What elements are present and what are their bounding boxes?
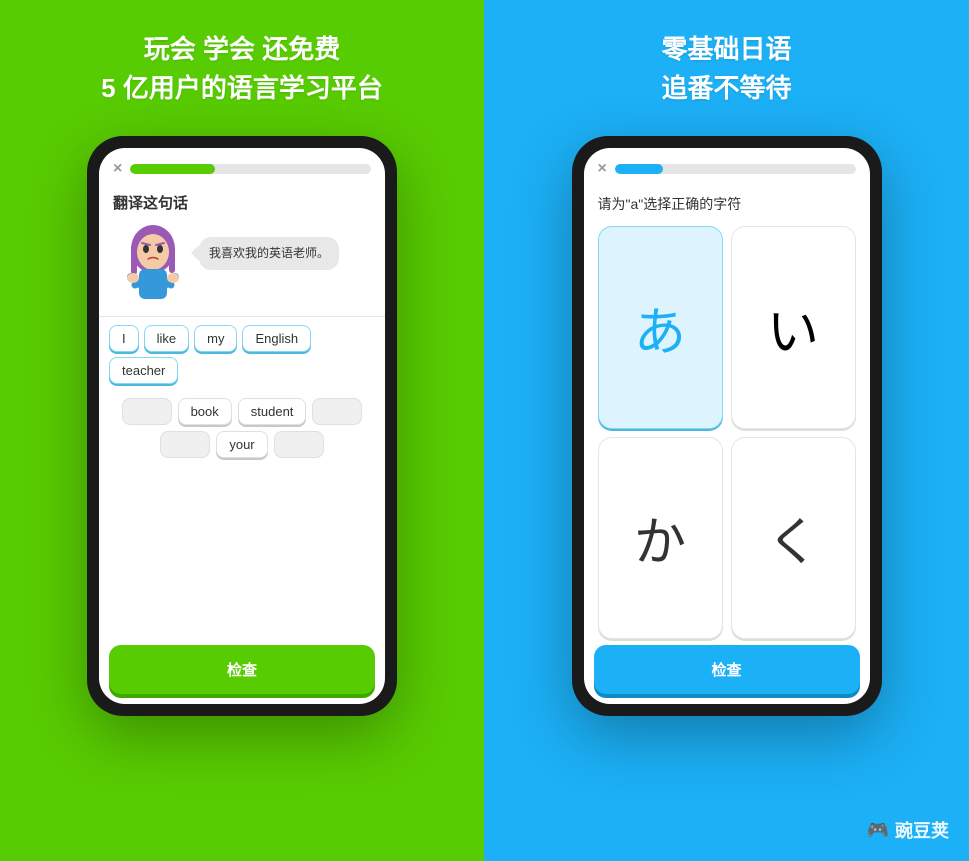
- right-panel-title: 零基础日语 追番不等待: [661, 30, 791, 108]
- kana-card-i[interactable]: い: [731, 226, 856, 429]
- kana-card-a[interactable]: あ: [598, 226, 723, 429]
- progress-bar-right: [615, 164, 856, 174]
- bank-word-book[interactable]: book: [178, 398, 232, 425]
- kana-card-ka[interactable]: か: [598, 437, 723, 640]
- answer-area[interactable]: I like my English teacher: [99, 316, 385, 392]
- watermark: 🎮 豌豆荚: [867, 817, 949, 843]
- bank-empty-3: [160, 431, 210, 458]
- answer-word-i[interactable]: I: [109, 325, 139, 352]
- character-area: 我喜欢我的英语老师。: [99, 213, 385, 316]
- check-button-left[interactable]: 检查: [109, 645, 375, 694]
- answer-word-my[interactable]: my: [194, 325, 237, 352]
- left-title-line1: 玩会 学会 还免费: [144, 34, 340, 64]
- answer-word-teacher[interactable]: teacher: [109, 357, 178, 384]
- right-phone-mockup: × 请为"a"选择正确的字符 あ い か く 检查: [572, 136, 882, 716]
- translate-label: 翻译这句话: [99, 186, 385, 213]
- right-title-line1: 零基础日语: [661, 34, 791, 64]
- word-bank: book student your: [99, 392, 385, 464]
- right-panel: 零基础日语 追番不等待 × 请为"a"选择正确的字符 あ い か く 检查: [484, 0, 969, 861]
- kana-card-ku[interactable]: く: [731, 437, 856, 640]
- bank-empty-4: [274, 431, 324, 458]
- screen-header-right: ×: [584, 148, 870, 186]
- progress-fill-right: [615, 164, 663, 174]
- progress-bar-left: [130, 164, 371, 174]
- bank-word-your[interactable]: your: [216, 431, 267, 458]
- screen-header-left: ×: [99, 148, 385, 186]
- bank-word-student[interactable]: student: [238, 398, 307, 425]
- kana-grid: あ い か く: [584, 220, 870, 645]
- close-icon-left[interactable]: ×: [113, 160, 122, 178]
- close-icon-right[interactable]: ×: [598, 160, 607, 178]
- left-panel: 玩会 学会 还免费 5 亿用户的语言学习平台 × 翻译这句话: [0, 0, 484, 861]
- left-phone-mockup: × 翻译这句话: [87, 136, 397, 716]
- left-title-line2: 5 亿用户的语言学习平台: [101, 73, 383, 103]
- speech-text: 我喜欢我的英语老师。: [209, 246, 329, 260]
- question-label: 请为"a"选择正确的字符: [584, 186, 870, 220]
- bank-empty-2: [312, 398, 362, 425]
- character-illustration: [113, 217, 193, 312]
- watermark-text: 豌豆荚: [895, 817, 949, 843]
- check-button-right[interactable]: 检查: [594, 645, 860, 694]
- answer-word-like[interactable]: like: [144, 325, 190, 352]
- right-phone-screen: × 请为"a"选择正确的字符 あ い か く 检查: [584, 148, 870, 704]
- watermark-icon: 🎮: [867, 820, 889, 841]
- left-panel-title: 玩会 学会 还免费 5 亿用户的语言学习平台: [101, 30, 383, 108]
- progress-fill-left: [130, 164, 214, 174]
- right-title-line2: 追番不等待: [661, 73, 791, 103]
- left-phone-screen: × 翻译这句话: [99, 148, 385, 704]
- bank-empty-1: [122, 398, 172, 425]
- speech-bubble: 我喜欢我的英语老师。: [199, 237, 339, 270]
- answer-word-english[interactable]: English: [242, 325, 311, 352]
